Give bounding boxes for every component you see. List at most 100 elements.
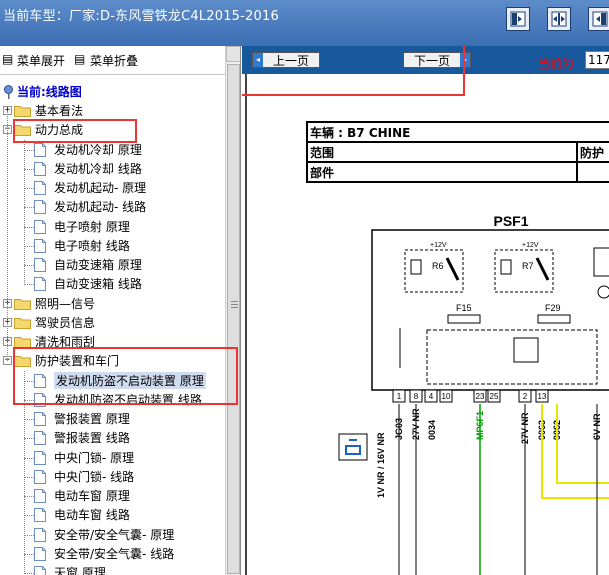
tree-scrollbar[interactable] <box>225 46 240 575</box>
tile-left-button[interactable] <box>506 7 530 31</box>
connector-pins: 1 8 4 10 23 25 2 13 <box>392 389 549 403</box>
tree-item-label: 发动机冷却 线路 <box>54 162 142 176</box>
wire-label: 0034 <box>427 420 437 440</box>
tree-connector <box>24 515 34 516</box>
document-panel: ◂ 上一页 下一页 ▸ 当前为 117 车辆 : B7 CHINE 范围 防护 … <box>242 46 609 575</box>
current-page-input[interactable]: 117 <box>585 51 609 69</box>
tree-connector <box>24 535 34 536</box>
collapse-menu-icon[interactable]: ▤ <box>74 52 85 66</box>
tree-item-label: 中央门锁- 原理 <box>54 451 135 465</box>
tree-folder[interactable]: − 防护装置和车门 <box>3 351 119 370</box>
pin-number: 13 <box>538 392 547 401</box>
tree-folder-label: 清洗和雨刮 <box>35 335 96 349</box>
tree-folder[interactable]: − 动力总成 <box>3 120 83 139</box>
tree-connector <box>24 150 34 151</box>
tree-item[interactable]: 发动机起动- 线路 <box>34 197 146 216</box>
tree-item[interactable]: 电子喷射 线路 <box>34 236 130 255</box>
next-page-button[interactable]: 下一页 ▸ <box>403 52 471 68</box>
pin-number: 2 <box>523 392 528 401</box>
tree-item[interactable]: 自动变速箱 线路 <box>34 274 142 293</box>
tree-item-label: 发动机防盗不启动装置 原理 <box>54 372 206 389</box>
tree-item-label: 安全带/安全气囊- 线路 <box>54 547 175 561</box>
tree-folder[interactable]: + 照明—信号 <box>3 294 95 313</box>
tree-connector <box>24 419 34 420</box>
part-value-cell <box>576 161 609 183</box>
scroll-up-button[interactable] <box>226 46 240 62</box>
tile-left-icon <box>510 11 526 27</box>
tree-item-label: 发动机冷却 原理 <box>54 143 142 157</box>
tree-item-label: 中央门锁- 线路 <box>54 470 135 484</box>
collapse-menu-button[interactable]: 菜单折叠 <box>90 52 138 69</box>
app-window: 当前车型：厂家:D-东风雪铁龙C4L2015-2016 ▤ 菜单展开 ▤ 菜单折… <box>0 0 609 575</box>
tile-right-button[interactable] <box>588 7 609 31</box>
expand-menu-button[interactable]: 菜单展开 <box>17 52 65 69</box>
tree-item[interactable]: 天窗 原理 <box>34 563 106 575</box>
relay-coil-r7 <box>500 259 512 275</box>
tree-folder-label: 基本看法 <box>35 104 84 118</box>
tree-item[interactable]: 发动机冷却 线路 <box>34 159 142 178</box>
relay-label-r6: R6 <box>432 261 444 271</box>
tree-item-label: 警报装置 线路 <box>54 431 130 445</box>
tree-folder-label: 防护装置和车门 <box>35 354 120 368</box>
tree-folder[interactable]: + 基本看法 <box>3 101 83 120</box>
tree-item-label: 电动车窗 线路 <box>54 508 130 522</box>
pin-number: 25 <box>490 392 499 401</box>
tree-folder[interactable]: + 清洗和雨刮 <box>3 332 95 351</box>
tree-item[interactable]: 中央门锁- 原理 <box>34 448 134 467</box>
fuse-label-f29: F29 <box>545 303 561 313</box>
pin-number: 1 <box>397 392 402 401</box>
tree-connector <box>24 400 34 401</box>
tree-item[interactable]: 发动机防盗不启动装置 线路 <box>34 390 202 409</box>
relay-coil-r6 <box>410 259 422 275</box>
next-arrow-icon: ▸ <box>460 53 470 67</box>
document-icon <box>34 469 46 484</box>
tree-item[interactable]: 发动机冷却 原理 <box>34 140 142 159</box>
tree-item[interactable]: 电动车窗 线路 <box>34 505 130 524</box>
tree-guide <box>24 371 25 574</box>
tree-item[interactable]: 中央门锁- 线路 <box>34 467 134 486</box>
pin-number: 23 <box>476 392 485 401</box>
range-cell: 范围 <box>306 141 578 163</box>
folder-icon <box>14 336 31 348</box>
tree-item[interactable]: 发动机防盗不启动装置 原理 <box>34 371 206 390</box>
tree-connector <box>24 207 34 208</box>
tree-connector <box>24 188 34 189</box>
tree-guide <box>24 140 25 285</box>
document-icon <box>34 507 46 522</box>
pin-number: 8 <box>414 392 419 401</box>
tile-split-button[interactable] <box>547 7 571 31</box>
tree-item[interactable]: 电子喷射 原理 <box>34 217 130 236</box>
location-pin-icon <box>4 84 13 99</box>
tree-item-label: 安全带/安全气囊- 原理 <box>54 528 175 542</box>
expand-menu-icon[interactable]: ▤ <box>2 52 13 66</box>
pin-number: 4 <box>429 392 434 401</box>
document-icon <box>34 527 46 542</box>
tree-item[interactable]: 电动车窗 原理 <box>34 486 130 505</box>
supply-label-1: +12V <box>430 242 447 249</box>
document-icon <box>34 238 46 253</box>
scroll-thumb[interactable] <box>227 64 240 574</box>
prev-page-button[interactable]: ◂ 上一页 <box>252 52 320 68</box>
tree-item[interactable]: 自动变速箱 原理 <box>34 255 142 274</box>
module-inner-board <box>426 329 598 385</box>
module-component <box>593 247 609 277</box>
relay-switch-r6 <box>445 257 460 281</box>
tree-item[interactable]: 警报装置 线路 <box>34 428 130 447</box>
protect-cell: 防护 <box>576 141 609 163</box>
tree-connector <box>24 573 34 574</box>
tree-folder[interactable]: + 驾驶员信息 <box>3 313 95 332</box>
tree-item[interactable]: 警报装置 原理 <box>34 409 130 428</box>
tree-item[interactable]: 发动机起动- 原理 <box>34 178 146 197</box>
wire-label: 1V NR / 16V NR <box>376 432 386 498</box>
relay-label-r7: R7 <box>522 261 534 271</box>
tree-item[interactable]: 安全带/安全气囊- 线路 <box>34 544 174 563</box>
tree-connector <box>24 458 34 459</box>
document-icon <box>34 411 46 426</box>
tree-item[interactable]: 安全带/安全气囊- 原理 <box>34 525 174 544</box>
tree-item-label: 天窗 原理 <box>54 566 106 575</box>
page-navigation-bar: ◂ 上一页 下一页 ▸ 当前为 117 <box>242 46 609 74</box>
tree-connector <box>24 227 34 228</box>
prev-arrow-icon: ◂ <box>253 53 263 67</box>
folder-icon <box>14 105 31 117</box>
tile-right-icon <box>592 11 608 27</box>
